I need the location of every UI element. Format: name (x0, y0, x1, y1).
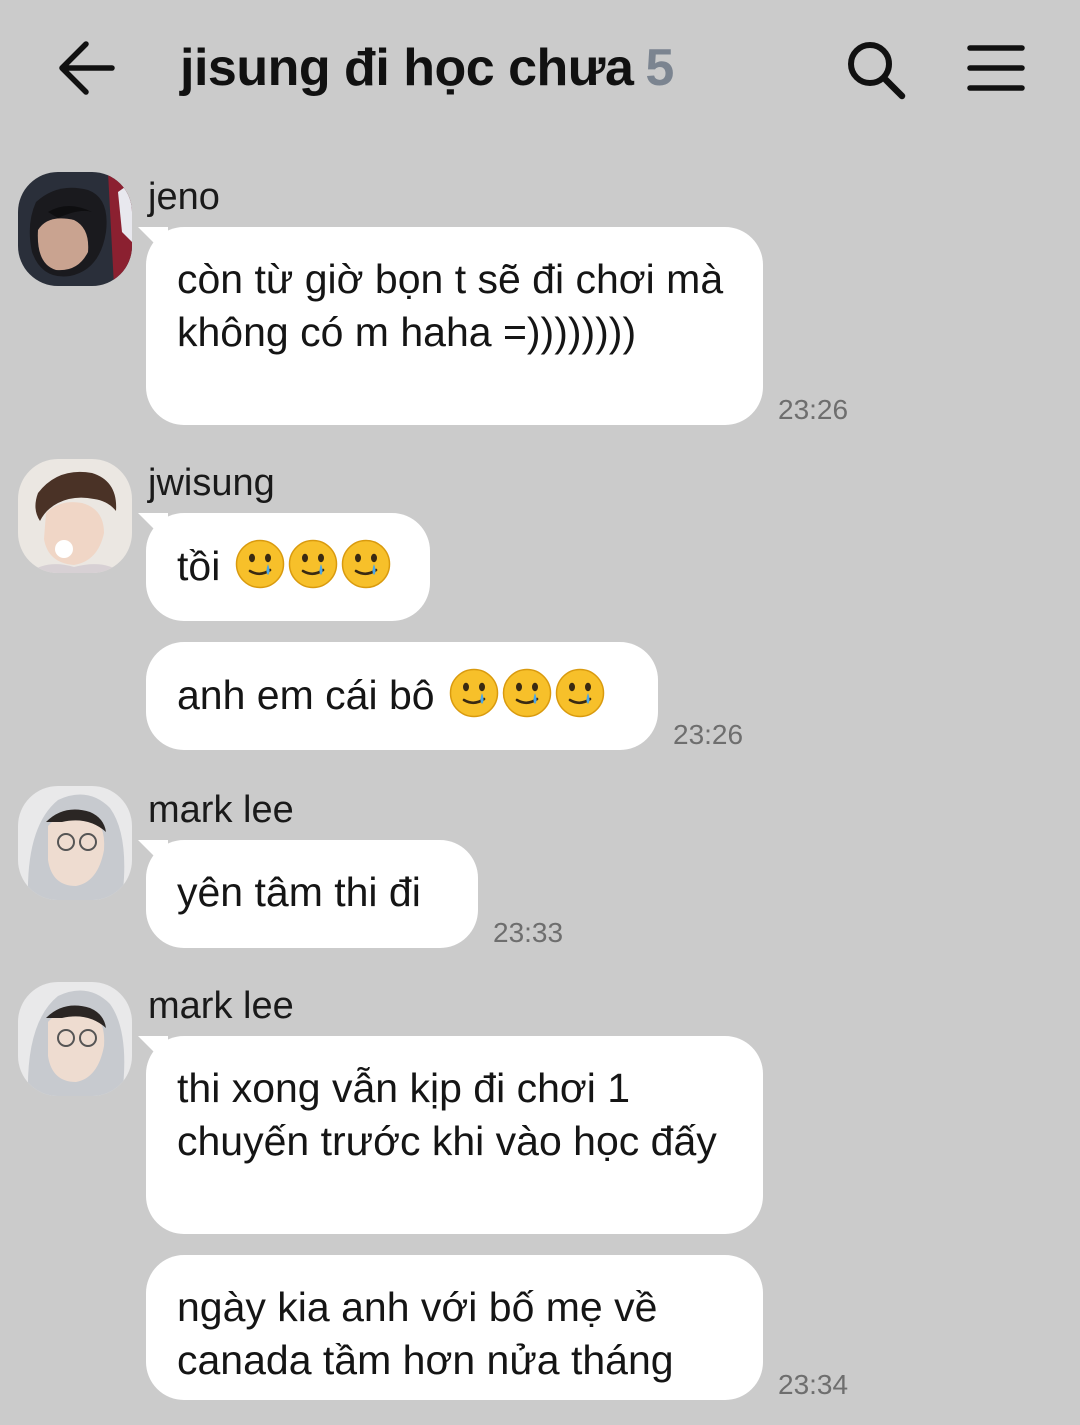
avatar-photo (18, 982, 132, 1096)
avatar-photo (18, 459, 132, 573)
message-time: 23:34 (778, 1369, 849, 1400)
back-button[interactable] (56, 40, 120, 96)
message-bubble[interactable]: còn từ giờ bọn t sẽ đi chơi mà không có … (146, 227, 763, 425)
sender-name: mark lee (148, 985, 294, 1027)
avatar-jeno[interactable] (18, 172, 132, 286)
crying-face-emoji (502, 668, 552, 718)
arrow-left-icon (59, 41, 115, 95)
menu-button[interactable] (966, 42, 1026, 94)
sender-name: jeno (148, 176, 220, 218)
hamburger-menu-icon (967, 45, 1025, 91)
chat-title: jisung đi học chưa 5 (180, 38, 674, 98)
sender-name: jwisung (148, 462, 275, 504)
emoji-group (232, 543, 391, 589)
avatar-mark-lee[interactable] (18, 982, 132, 1096)
crying-face-emoji (288, 539, 338, 589)
avatar-jwisung[interactable] (18, 459, 132, 573)
chat-header: jisung đi học chưa 5 (0, 0, 1080, 140)
avatar-photo (18, 786, 132, 900)
emoji-group (446, 672, 605, 718)
sender-name: mark lee (148, 789, 294, 831)
message-time: 23:26 (778, 394, 849, 425)
avatar-photo (18, 172, 132, 286)
avatar-mark-lee[interactable] (18, 786, 132, 900)
message-text: ngày kia anh với bố mẹ về canada tầm hơn… (177, 1284, 674, 1383)
member-count: 5 (645, 39, 674, 97)
crying-face-emoji (555, 668, 605, 718)
message-time: 23:26 (673, 719, 744, 750)
message-text: thi xong vẫn kịp đi chơi 1 chuyến trước … (177, 1065, 717, 1164)
search-icon (848, 42, 906, 100)
crying-face-emoji (341, 539, 391, 589)
group-name: jisung đi học chưa (180, 39, 634, 97)
crying-face-emoji (235, 539, 285, 589)
crying-face-emoji (449, 668, 499, 718)
message-bubble[interactable]: yên tâm thi đi (146, 840, 478, 948)
message-text: còn từ giờ bọn t sẽ đi chơi mà không có … (177, 256, 724, 355)
message-bubble[interactable]: tồi (146, 513, 430, 621)
message-bubble[interactable]: ngày kia anh với bố mẹ về canada tầm hơn… (146, 1255, 763, 1400)
message-text: yên tâm thi đi (177, 869, 421, 915)
search-button[interactable] (844, 38, 908, 102)
message-text: tồi (177, 543, 221, 589)
message-bubble[interactable]: thi xong vẫn kịp đi chơi 1 chuyến trước … (146, 1036, 763, 1234)
message-time: 23:33 (493, 917, 564, 948)
message-bubble[interactable]: anh em cái bô (146, 642, 658, 750)
message-text: anh em cái bô (177, 672, 435, 718)
